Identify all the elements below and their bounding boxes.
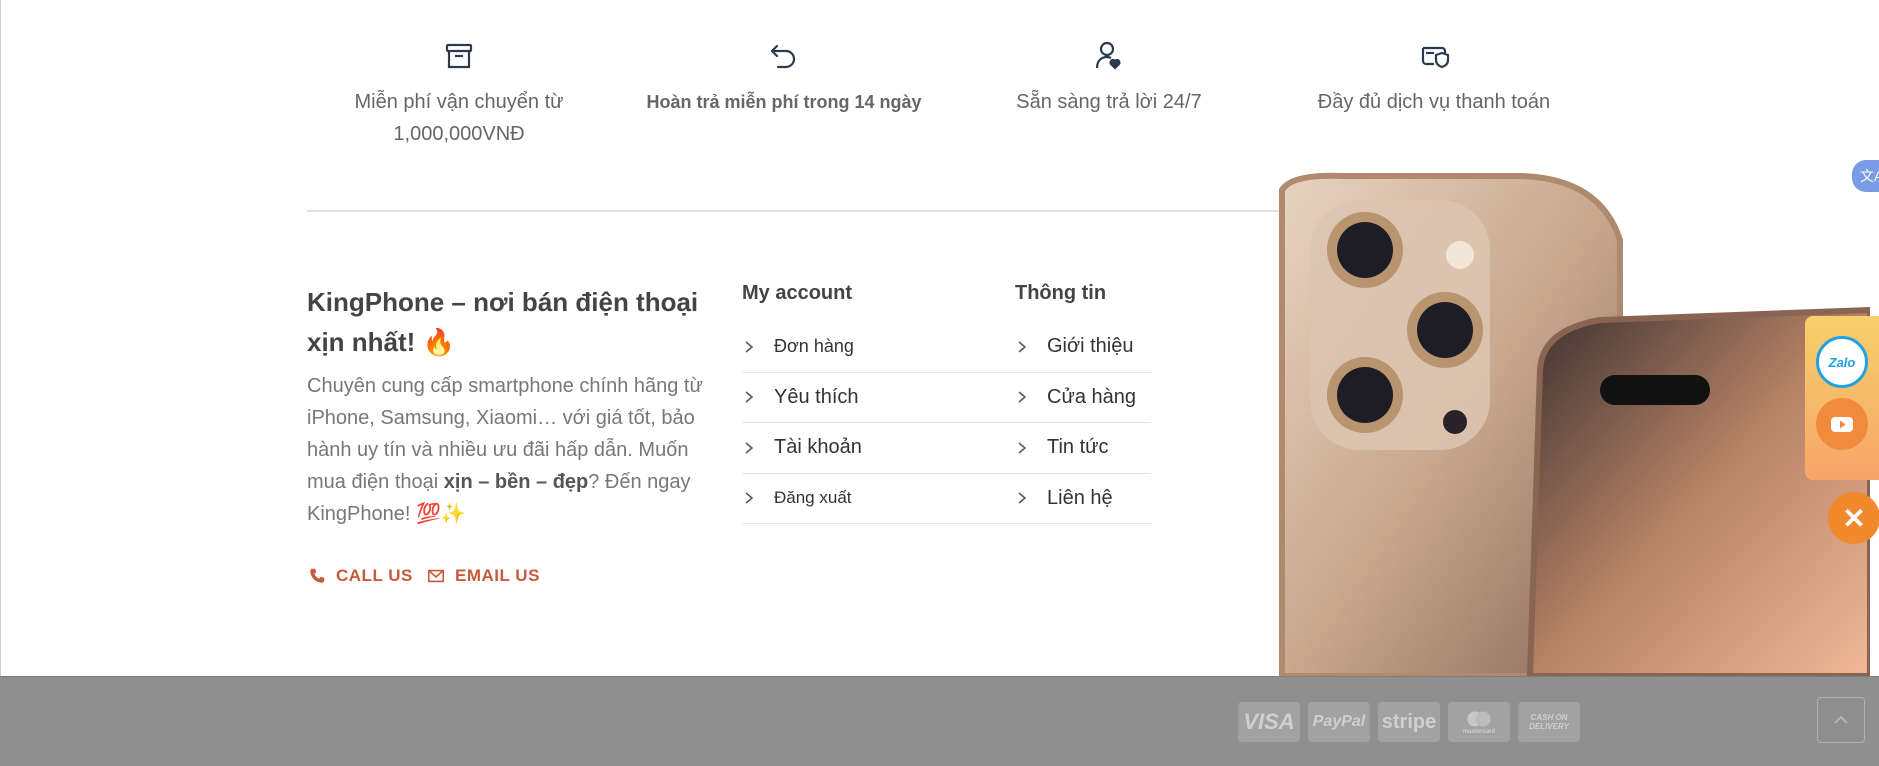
list-item-label: Đơn hàng <box>774 336 854 357</box>
info-title: Thông tin <box>1015 282 1107 304</box>
chevron-right-icon <box>745 391 754 403</box>
email-us-link[interactable]: EMAIL US <box>427 566 540 586</box>
payment-label: CASH ON DELIVERY <box>1529 713 1569 731</box>
info-item-news[interactable]: Tin tức <box>1015 423 1151 474</box>
my-account-title: My account <box>742 282 853 304</box>
feature-text: Đầy đủ dịch vụ thanh toán <box>1317 91 1551 113</box>
visa-payment-icon: VISA <box>1238 702 1300 742</box>
phone-icon <box>310 568 325 583</box>
youtube-icon <box>1831 417 1853 432</box>
bottom-bar: VISA PayPal stripe mastercard CASH ON DE… <box>0 676 1879 766</box>
list-item-label: Cửa hàng <box>1047 385 1137 408</box>
call-us-label: CALL US <box>336 566 413 585</box>
zalo-label: Zalo <box>1828 354 1856 370</box>
chevron-right-icon <box>1018 341 1027 353</box>
payment-label: PayPal <box>1312 713 1366 730</box>
box-icon <box>439 36 479 76</box>
mastercard-payment-icon: mastercard <box>1448 702 1510 742</box>
paypal-payment-icon: PayPal <box>1308 702 1370 742</box>
feature-free-shipping: Miễn phí vận chuyển từ 1,000,000VNĐ <box>314 36 604 150</box>
payment-label: mastercard <box>1462 729 1496 735</box>
chevron-right-icon <box>745 442 754 454</box>
undo-icon <box>764 36 804 76</box>
feature-text: Hoàn trả miễn phí trong 14 ngày <box>646 92 922 112</box>
feature-payment: Đầy đủ dịch vụ thanh toán <box>1289 36 1579 118</box>
mail-icon <box>427 569 445 583</box>
about-desc-bold: xịn – bền – đẹp <box>443 471 589 493</box>
mastercard-icon <box>1467 711 1491 727</box>
about-title: KingPhone – nơi bán điện thoại xịn nhất!… <box>307 287 699 357</box>
chevron-right-icon <box>745 341 754 353</box>
info-item-contact[interactable]: Liên hệ <box>1015 474 1151 524</box>
chevron-right-icon <box>1018 492 1027 504</box>
info-item-about[interactable]: Giới thiệu <box>1015 322 1151 373</box>
back-to-top-button[interactable] <box>1817 697 1865 743</box>
chevron-right-icon <box>745 492 754 504</box>
wallet-shield-icon <box>1414 36 1454 76</box>
chevron-right-icon <box>1018 442 1027 454</box>
left-border <box>0 0 1 676</box>
iphone-product-image <box>1270 170 1873 679</box>
feature-support: Sẵn sàng trả lời 24/7 <box>964 36 1254 118</box>
zalo-chat-button[interactable]: Zalo <box>1816 336 1868 388</box>
list-item-label: Tài khoản <box>774 436 862 459</box>
list-item-label: Liên hệ <box>1047 486 1113 509</box>
chevron-right-icon <box>1018 391 1027 403</box>
feature-text: Miễn phí vận chuyển từ <box>354 91 564 113</box>
list-item-label: Đăng xuất <box>774 488 852 508</box>
translate-button[interactable]: 文A <box>1852 160 1879 192</box>
email-us-label: EMAIL US <box>455 566 540 585</box>
user-heart-icon <box>1089 36 1129 76</box>
footer-page: Miễn phí vận chuyển từ 1,000,000VNĐ Hoàn… <box>0 0 1879 766</box>
feature-free-returns: Hoàn trả miễn phí trong 14 ngày <box>639 36 929 118</box>
info-item-shop[interactable]: Cửa hàng <box>1015 373 1151 423</box>
youtube-button[interactable] <box>1816 398 1868 450</box>
payment-label: stripe <box>1381 710 1437 733</box>
payment-label: VISA <box>1243 709 1295 734</box>
feature-text-2: 1,000,000VNĐ <box>393 123 525 145</box>
cod-payment-icon: CASH ON DELIVERY <box>1518 702 1580 742</box>
close-float-button[interactable]: ✕ <box>1828 492 1879 544</box>
info-list: Giới thiệu Cửa hàng Tin tức Liên hệ <box>1015 322 1151 524</box>
close-icon: ✕ <box>1842 502 1866 534</box>
call-us-link[interactable]: CALL US <box>308 566 413 586</box>
list-item-label: Tin tức <box>1047 436 1109 459</box>
stripe-payment-icon: stripe <box>1378 702 1440 742</box>
list-item-label: Giới thiệu <box>1047 335 1134 358</box>
feature-text: Sẵn sàng trả lời 24/7 <box>1016 91 1202 113</box>
chevron-up-icon <box>1834 715 1848 724</box>
list-item-label: Yêu thích <box>774 385 859 408</box>
about-description: Chuyên cung cấp smartphone chính hãng từ… <box>307 370 707 530</box>
